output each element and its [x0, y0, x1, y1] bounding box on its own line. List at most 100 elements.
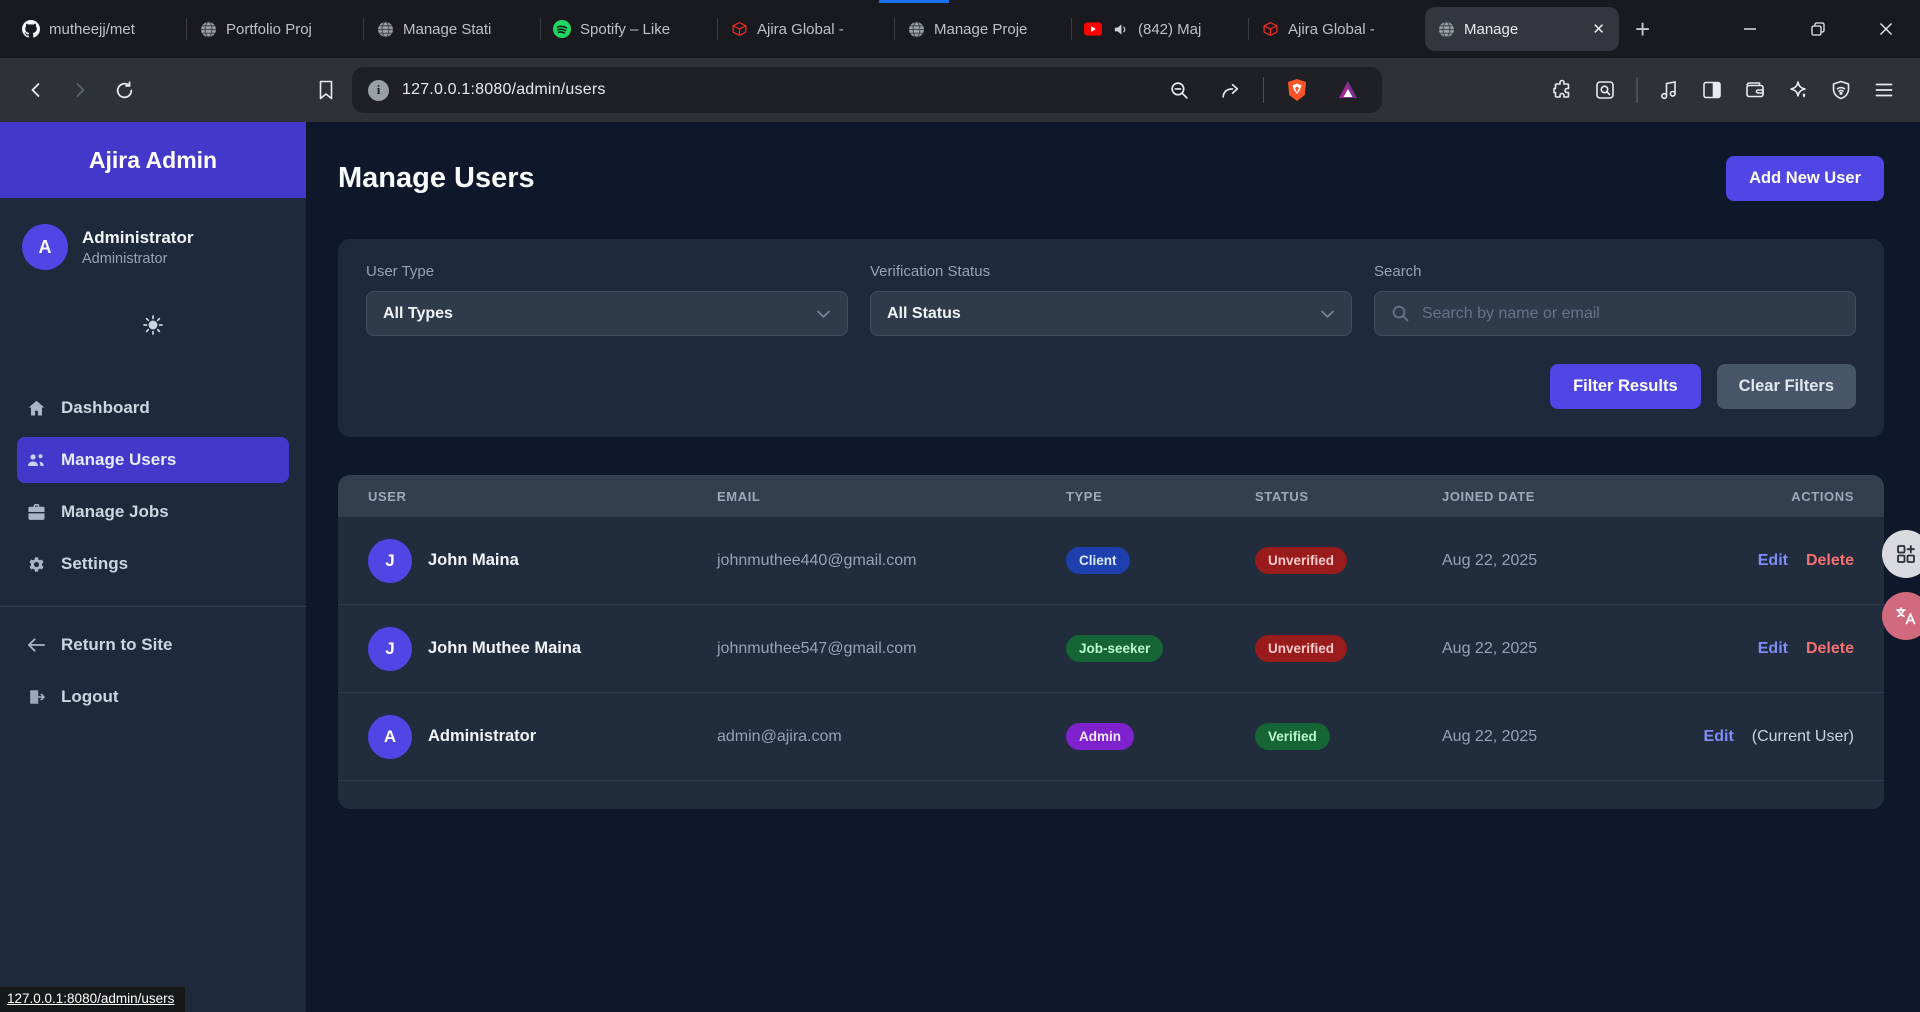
- sidebar-item-logout[interactable]: Logout: [0, 674, 306, 720]
- extensions-icon[interactable]: [1544, 72, 1580, 108]
- user-type-label: User Type: [366, 263, 848, 280]
- address-bar[interactable]: i 127.0.0.1:8080/admin/users: [352, 67, 1382, 113]
- new-tab-button[interactable]: +: [1635, 16, 1650, 42]
- add-new-user-button[interactable]: Add New User: [1726, 156, 1884, 201]
- search-tabs-icon[interactable]: [1587, 72, 1623, 108]
- tab-manage-projects[interactable]: Manage Proje: [895, 0, 1071, 58]
- brave-rewards-icon[interactable]: [1330, 72, 1366, 108]
- edit-link[interactable]: Edit: [1758, 640, 1788, 658]
- status-badge: Unverified: [1255, 635, 1347, 662]
- urlbar-actions: [1161, 72, 1366, 108]
- sidebar-item-dashboard[interactable]: Dashboard: [0, 385, 306, 431]
- edit-link[interactable]: Edit: [1704, 728, 1734, 746]
- verification-status-label: Verification Status: [870, 263, 1352, 280]
- laravel-icon: [1261, 20, 1279, 38]
- sidebar-item-label: Logout: [61, 687, 119, 707]
- user-type-select[interactable]: All Types: [366, 291, 848, 336]
- tab-close-icon[interactable]: ✕: [1590, 20, 1607, 38]
- sun-icon: [142, 314, 164, 336]
- page-body: Ajira Admin A Administrator Administrato…: [0, 122, 1920, 1012]
- edit-link[interactable]: Edit: [1758, 552, 1788, 570]
- tab-github[interactable]: mutheejj/met: [10, 0, 186, 58]
- tab-manage-stations[interactable]: Manage Stati: [364, 0, 540, 58]
- vpn-shield-icon[interactable]: [1823, 72, 1859, 108]
- menu-icon[interactable]: [1866, 72, 1902, 108]
- column-header-type: TYPE: [1066, 489, 1255, 504]
- minimize-button[interactable]: [1716, 0, 1784, 58]
- page-info-icon[interactable]: i: [368, 80, 389, 101]
- sidebar-item-manage-users[interactable]: Manage Users: [17, 437, 289, 483]
- tab-title: Ajira Global -: [1288, 21, 1413, 38]
- user-email: johnmuthee547@gmail.com: [717, 640, 1066, 658]
- admin-sidebar: Ajira Admin A Administrator Administrato…: [0, 122, 306, 1012]
- tab-portfolio[interactable]: Portfolio Proj: [187, 0, 363, 58]
- verification-status-select[interactable]: All Status: [870, 291, 1352, 336]
- user-type-field: User Type All Types: [366, 263, 848, 336]
- sidebar-panel-icon[interactable]: [1694, 72, 1730, 108]
- logout-icon: [26, 688, 46, 706]
- brave-shield-icon[interactable]: [1279, 72, 1315, 108]
- search-input[interactable]: [1422, 305, 1839, 323]
- type-badge: Job-seeker: [1066, 635, 1163, 662]
- tab-youtube[interactable]: (842) Maj: [1072, 0, 1248, 58]
- profile-name: Administrator: [82, 228, 193, 248]
- current-user-note: (Current User): [1752, 728, 1854, 746]
- column-header-joined: JOINED DATE: [1442, 489, 1702, 504]
- sidebar-divider: [0, 606, 306, 607]
- brand-title: Ajira Admin: [0, 122, 306, 198]
- joined-date: Aug 22, 2025: [1442, 728, 1702, 746]
- user-name: Administrator: [428, 727, 536, 746]
- sidebar-item-label: Return to Site: [61, 635, 172, 655]
- avatar: J: [368, 627, 412, 671]
- sidebar-item-settings[interactable]: Settings: [0, 541, 306, 587]
- sidebar-item-label: Manage Jobs: [61, 502, 169, 522]
- filter-results-button[interactable]: Filter Results: [1550, 364, 1701, 409]
- zoom-out-icon[interactable]: [1161, 72, 1197, 108]
- forward-button[interactable]: [62, 72, 98, 108]
- globe-icon: [1437, 20, 1455, 38]
- bookmark-icon[interactable]: [308, 72, 344, 108]
- github-icon: [22, 20, 40, 38]
- delete-link[interactable]: Delete: [1806, 640, 1854, 658]
- filters-card: User Type All Types Verification Status …: [338, 239, 1884, 437]
- close-window-button[interactable]: [1852, 0, 1920, 58]
- wallet-icon[interactable]: [1737, 72, 1773, 108]
- home-icon: [26, 399, 46, 418]
- sidebar-item-label: Settings: [61, 554, 128, 574]
- briefcase-icon: [26, 503, 46, 521]
- profile-avatar: A: [22, 224, 68, 270]
- tab-title: mutheejj/met: [49, 21, 174, 38]
- status-url: 127.0.0.1:8080/admin/users: [7, 991, 174, 1006]
- url-text[interactable]: 127.0.0.1:8080/admin/users: [402, 81, 1148, 99]
- theme-toggle-button[interactable]: [142, 314, 164, 336]
- tab-title: (842) Maj: [1138, 21, 1236, 38]
- tab-spotify[interactable]: Spotify – Like: [541, 0, 717, 58]
- column-header-actions: ACTIONS: [1702, 489, 1854, 504]
- type-badge: Client: [1066, 547, 1130, 574]
- profile-role: Administrator: [82, 251, 193, 267]
- sidebar-item-return-to-site[interactable]: Return to Site: [0, 622, 306, 668]
- tab-manage-users-active[interactable]: Manage ✕: [1425, 7, 1619, 51]
- globe-icon: [199, 20, 217, 38]
- music-playlist-icon[interactable]: [1651, 72, 1687, 108]
- back-button[interactable]: [18, 72, 54, 108]
- toolbar-right-icons: [1544, 72, 1902, 108]
- delete-link[interactable]: Delete: [1806, 552, 1854, 570]
- reload-button[interactable]: [106, 72, 142, 108]
- tab-loading-indicator: [879, 0, 949, 3]
- tab-ajira-global-1[interactable]: Ajira Global -: [718, 0, 894, 58]
- sidebar-item-manage-jobs[interactable]: Manage Jobs: [0, 489, 306, 535]
- tab-ajira-global-2[interactable]: Ajira Global -: [1249, 0, 1425, 58]
- type-badge: Admin: [1066, 723, 1134, 750]
- tab-title: Manage: [1464, 21, 1581, 38]
- restore-button[interactable]: [1784, 0, 1852, 58]
- tab-audio-icon[interactable]: [1111, 20, 1129, 38]
- leo-ai-icon[interactable]: [1780, 72, 1816, 108]
- user-email: admin@ajira.com: [717, 728, 1066, 746]
- browser-toolbar: i 127.0.0.1:8080/admin/users: [0, 58, 1920, 122]
- main-content: Manage Users Add New User User Type All …: [306, 122, 1920, 1012]
- user-email: johnmuthee440@gmail.com: [717, 552, 1066, 570]
- clear-filters-button[interactable]: Clear Filters: [1717, 364, 1856, 409]
- column-header-status: STATUS: [1255, 489, 1442, 504]
- share-icon[interactable]: [1212, 72, 1248, 108]
